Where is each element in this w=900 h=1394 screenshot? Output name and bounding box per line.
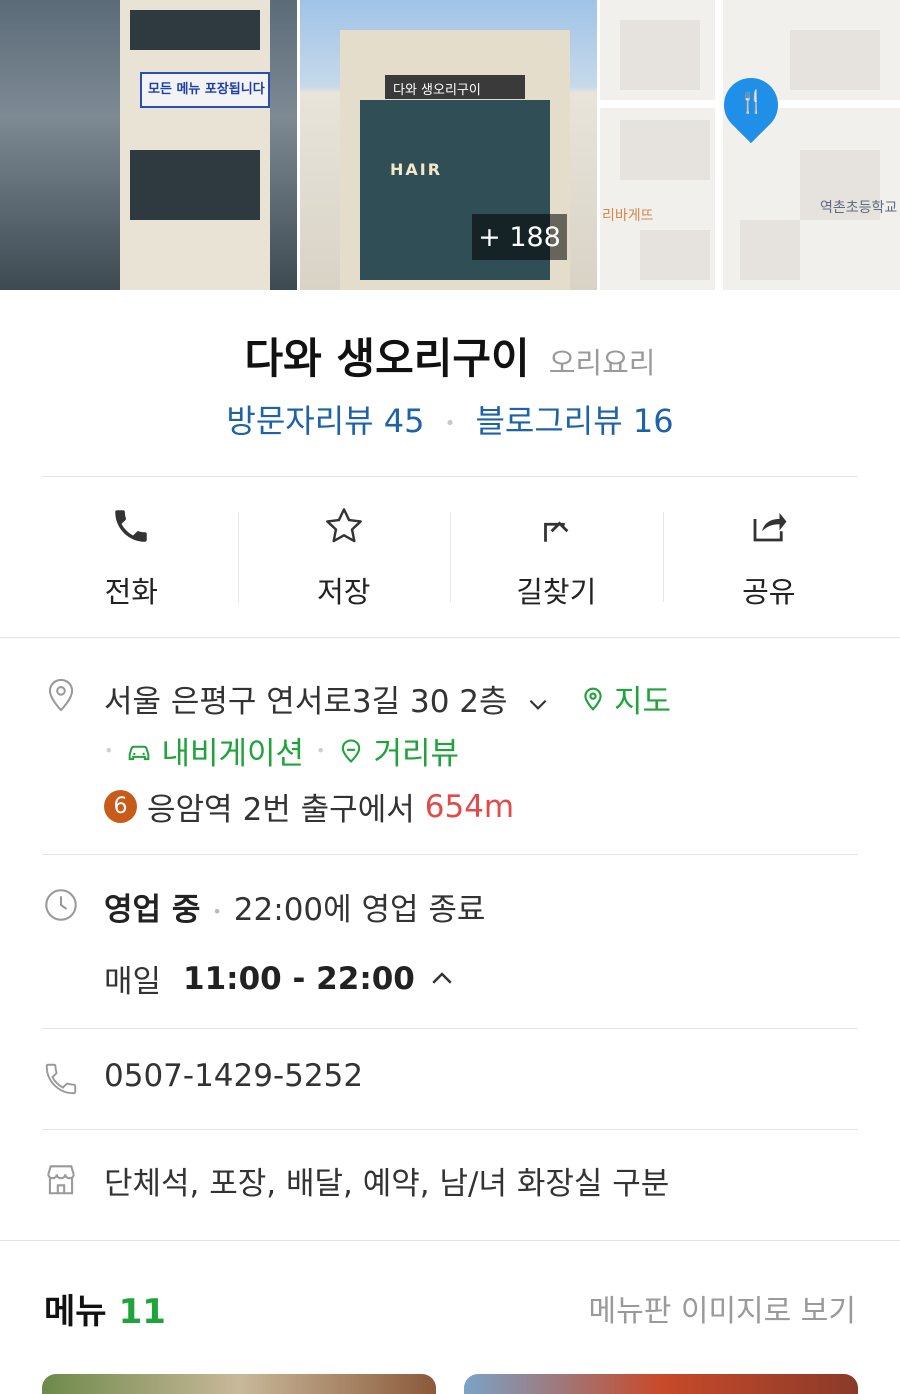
review-links: 방문자리뷰 45 • 블로그리뷰 16: [0, 396, 900, 442]
menu-section-title: 메뉴 11: [44, 1284, 166, 1333]
address-row[interactable]: 서울 은평구 연서로3길 30 2층: [104, 676, 551, 721]
place-title-row: 다와 생오리구이 오리요리: [0, 325, 900, 386]
storefront-photo-1[interactable]: 모든 메뉴 포장됩니다: [0, 0, 297, 290]
subway-line-badge: 6: [104, 790, 137, 823]
chevron-down-icon[interactable]: [525, 691, 551, 717]
location-pin-icon: [48, 678, 74, 712]
menu-item-photo[interactable]: [464, 1374, 858, 1394]
map-poi-label: 역촌초등학교: [820, 200, 898, 216]
photo-strip[interactable]: 모든 메뉴 포장됩니다 다와 생오리구이 HAIR + 188 🍴 리바게뜨 역…: [0, 0, 900, 290]
map-link-label: 지도: [614, 684, 672, 720]
separator-dot: •: [444, 412, 456, 434]
hours-time: 11:00 - 22:00: [183, 960, 415, 997]
open-status: 영업 중: [104, 892, 201, 928]
street-view-link[interactable]: 거리뷰: [373, 728, 459, 773]
phone-icon: [115, 510, 147, 542]
separator-dot: •: [212, 902, 222, 921]
share-button[interactable]: 공유: [662, 480, 876, 635]
call-button[interactable]: 전화: [25, 480, 238, 635]
phone-number[interactable]: 0507-1429-5252: [104, 1058, 363, 1094]
hours-day: 매일: [104, 964, 162, 1000]
chevron-up-icon[interactable]: [427, 964, 457, 994]
call-label: 전화: [104, 575, 158, 609]
directions-label: 길찾기: [516, 575, 597, 609]
subway-station: 응암역: [147, 792, 233, 828]
navigation-link[interactable]: 내비게이션: [161, 728, 304, 773]
car-icon: [129, 745, 150, 760]
separator-dot: •: [316, 741, 326, 760]
star-icon: [325, 508, 362, 543]
separator-dot: •: [104, 741, 114, 760]
clock-icon: [45, 889, 77, 921]
menu-item-photo[interactable]: [42, 1374, 436, 1394]
visitor-review-link[interactable]: 방문자리뷰 45: [226, 402, 424, 440]
menu-count: 11: [118, 1292, 166, 1332]
business-status[interactable]: 영업 중 • 22:00에 영업 종료: [104, 884, 485, 929]
blog-review-link[interactable]: 블로그리뷰 16: [475, 402, 673, 440]
directions-icon: [544, 521, 569, 542]
place-category: 오리요리: [548, 346, 656, 380]
street-view-icon: [342, 738, 361, 763]
map-link[interactable]: 지도: [580, 676, 671, 721]
phone-outline-icon: [45, 1063, 77, 1095]
restaurant-icon: 🍴: [738, 90, 766, 115]
subway-distance: 654m: [424, 788, 515, 825]
directions-button[interactable]: 길찾기: [450, 480, 663, 635]
hair-sign-text: HAIR: [390, 160, 443, 179]
storefront-photo-2[interactable]: 다와 생오리구이 HAIR + 188: [300, 0, 597, 290]
address-text: 서울 은평구 연서로3길 30 2층: [104, 684, 508, 720]
share-label: 공유: [742, 575, 796, 609]
menu-board-image-link[interactable]: 메뉴판 이미지로 보기: [589, 1286, 856, 1330]
share-icon: [753, 512, 787, 542]
more-photos-count[interactable]: + 188: [472, 214, 567, 260]
amenities-text: 단체석, 포장, 배달, 예약, 남/녀 화장실 구분: [104, 1166, 670, 1202]
map-thumbnail[interactable]: 🍴 리바게뜨 역촌초등학교: [600, 0, 900, 290]
store-icon: [47, 1165, 75, 1195]
navigation-links: • 내비게이션 • 거리뷰: [104, 728, 459, 773]
daily-hours-row[interactable]: 매일 11:00 - 22:00: [104, 956, 457, 1001]
save-button[interactable]: 저장: [237, 480, 451, 635]
subway-info: 6 응암역 2번 출구에서 654m: [104, 784, 514, 829]
subway-exit: 2번 출구에서: [242, 792, 415, 828]
save-label: 저장: [317, 575, 371, 609]
green-pin-icon: [584, 687, 602, 711]
action-bar: 전화 저장 길찾기 공유: [25, 480, 875, 635]
map-poi-label: 리바게뜨: [602, 208, 654, 224]
place-name: 다와 생오리구이: [244, 334, 530, 383]
store-banner: 모든 메뉴 포장됩니다: [140, 72, 270, 108]
building-facade: [120, 0, 270, 290]
banner-text: 모든 메뉴 포장됩니다: [148, 82, 265, 97]
menu-title: 메뉴: [44, 1292, 107, 1332]
store-sign: 다와 생오리구이: [385, 75, 525, 99]
closing-time: 22:00에 영업 종료: [233, 892, 486, 928]
